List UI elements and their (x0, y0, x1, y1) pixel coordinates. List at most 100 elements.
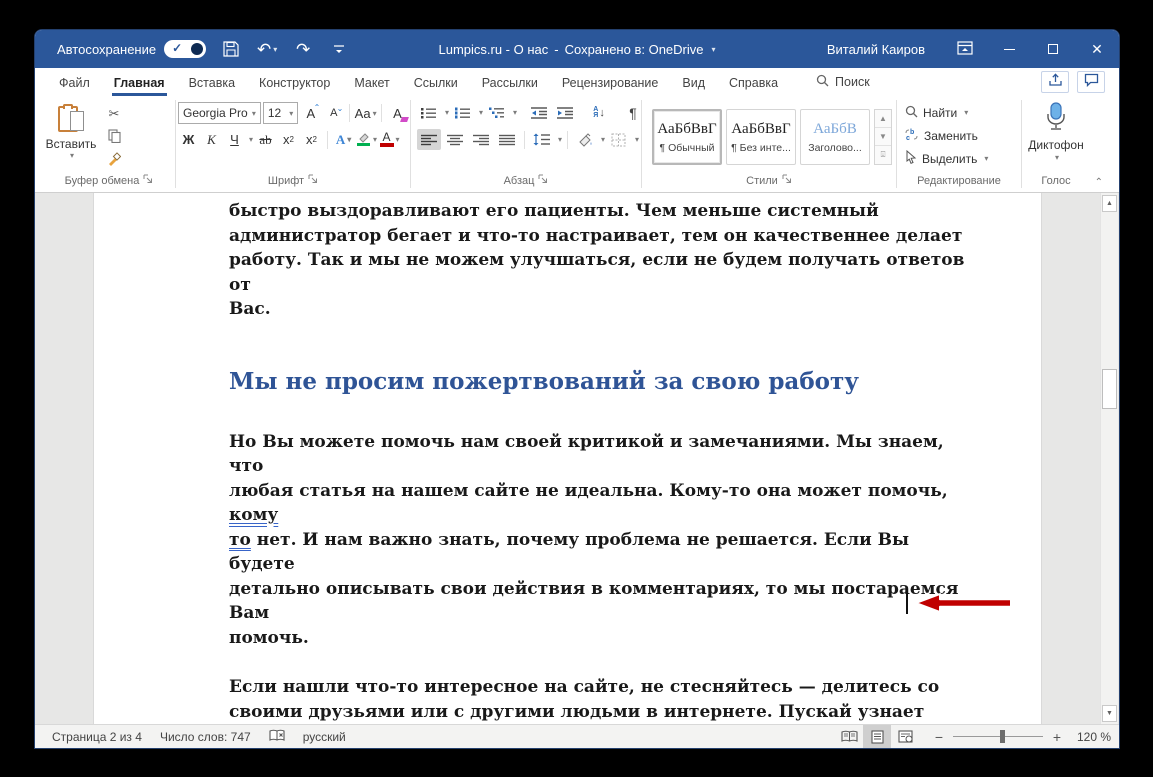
styles-more-button[interactable]: ⍗ (875, 146, 891, 164)
scroll-up-button[interactable]: ▲ (1102, 195, 1117, 212)
tab-design[interactable]: Конструктор (247, 72, 342, 96)
scroll-down-button[interactable]: ▼ (1102, 705, 1117, 722)
font-color-button[interactable]: А ▾ (379, 129, 400, 150)
document-line: любая статья на нашем сайте не идеальна.… (229, 479, 965, 528)
zoom-slider-thumb[interactable] (1000, 730, 1005, 743)
shrink-font-button[interactable]: А⌄ (323, 103, 344, 124)
change-case-button[interactable]: Аа▾ (355, 103, 376, 124)
maximize-button[interactable] (1031, 30, 1075, 68)
vertical-scrollbar[interactable]: ▲ ▼ (1100, 193, 1118, 724)
grow-font-button[interactable]: А⌃ (300, 103, 321, 124)
ribbon-display-options-button[interactable] (943, 30, 987, 68)
underline-button[interactable]: Ч (224, 129, 245, 150)
print-layout-button[interactable] (863, 725, 891, 748)
document-title: Lumpics.ru - О нас (438, 42, 548, 57)
more-commands-icon (333, 43, 345, 55)
font-size-combo[interactable]: 12 ▾ (263, 102, 298, 124)
copy-icon (108, 129, 121, 146)
document-line: Если нашли что-то интересное на сайте, н… (229, 675, 965, 700)
italic-button[interactable]: К (201, 129, 222, 150)
chevron-down-icon[interactable]: ▾ (249, 135, 253, 144)
subscript-button[interactable]: x2 (278, 129, 299, 150)
group-voice: Диктофон ▾ Голос (1024, 96, 1088, 192)
style-card-normal[interactable]: АаБбВвГ ¶ Обычный (652, 109, 722, 165)
dialog-launcher-icon[interactable] (538, 174, 548, 187)
customize-quick-access-button[interactable] (328, 36, 350, 62)
save-button[interactable] (220, 36, 242, 62)
styles-scroll-up-button[interactable]: ▲ (875, 110, 891, 128)
superscript-button[interactable]: x2 (301, 129, 322, 150)
share-button[interactable] (1041, 71, 1069, 93)
bullets-button[interactable] (417, 102, 441, 123)
document-line: детально описывать свои действия в комме… (229, 577, 965, 626)
align-center-button[interactable] (443, 129, 467, 150)
undo-button[interactable]: ↶ ▾ (256, 36, 278, 62)
line-spacing-button[interactable] (530, 129, 554, 150)
tab-references[interactable]: Ссылки (402, 72, 470, 96)
minimize-button[interactable] (987, 30, 1031, 68)
search-box[interactable]: Поиск (816, 74, 870, 96)
page-number-indicator[interactable]: Страница 2 из 4 (43, 730, 151, 744)
dialog-launcher-icon[interactable] (143, 174, 153, 187)
multilevel-list-button[interactable] (485, 102, 509, 123)
font-name-combo[interactable]: Georgia Pro S ▾ (178, 102, 261, 124)
increase-indent-button[interactable] (553, 102, 577, 123)
collapse-ribbon-button[interactable]: ⌃ (1095, 177, 1103, 188)
select-button[interactable]: Выделить ▾ (905, 148, 1019, 169)
align-right-button[interactable] (469, 129, 493, 150)
numbering-button[interactable] (451, 102, 475, 123)
proofing-status-button[interactable] (260, 729, 294, 745)
clipboard-paste-icon (58, 104, 84, 134)
document-page[interactable]: быстро выздоравливают его пациенты. Чем … (93, 193, 1042, 724)
zoom-slider[interactable] (953, 736, 1043, 737)
copy-button[interactable] (103, 127, 125, 147)
find-button[interactable]: Найти ▾ (905, 102, 1019, 123)
read-mode-button[interactable] (835, 725, 863, 748)
language-indicator[interactable]: русский (294, 730, 355, 744)
user-name[interactable]: Виталий Каиров (827, 42, 925, 57)
tab-mailings[interactable]: Рассылки (470, 72, 550, 96)
justify-button[interactable] (495, 129, 519, 150)
saved-location: Сохранено в: OneDrive (565, 42, 704, 57)
tab-insert[interactable]: Вставка (177, 72, 247, 96)
scrollbar-thumb[interactable] (1102, 369, 1117, 409)
tab-layout[interactable]: Макет (342, 72, 401, 96)
decrease-indent-button[interactable] (527, 102, 551, 123)
dictate-button[interactable]: Диктофон ▾ (1024, 96, 1088, 172)
close-button[interactable]: ✕ (1075, 30, 1119, 68)
format-painter-button[interactable] (103, 150, 125, 170)
borders-button[interactable] (607, 129, 631, 150)
highlight-color-button[interactable]: ▾ (356, 129, 377, 150)
paste-button[interactable]: Вставить ▾ (45, 102, 97, 172)
tab-home[interactable]: Главная (102, 72, 177, 96)
word-count-indicator[interactable]: Число слов: 747 (151, 730, 260, 744)
dialog-launcher-icon[interactable] (782, 174, 792, 187)
sort-button[interactable]: АЯ ↓ (587, 102, 611, 123)
bold-button[interactable]: Ж (178, 129, 199, 150)
paste-label: Вставить (46, 137, 97, 151)
zoom-out-button[interactable]: − (933, 729, 945, 745)
styles-scroll-down-button[interactable]: ▼ (875, 128, 891, 146)
web-layout-button[interactable] (891, 725, 919, 748)
tab-review[interactable]: Рецензирование (550, 72, 671, 96)
clear-formatting-button[interactable]: А (387, 103, 408, 124)
dialog-launcher-icon[interactable] (308, 174, 318, 187)
align-left-button[interactable] (417, 129, 441, 150)
tab-view[interactable]: Вид (670, 72, 717, 96)
cut-button[interactable]: ✂ (103, 104, 125, 124)
comment-icon (1084, 73, 1099, 92)
shading-button[interactable] (573, 129, 597, 150)
zoom-in-button[interactable]: + (1051, 729, 1063, 745)
text-effects-button[interactable]: А▾ (333, 129, 354, 150)
tab-file[interactable]: Файл (47, 72, 102, 96)
style-card-no-spacing[interactable]: АаБбВвГ ¶ Без инте... (726, 109, 796, 165)
font-color-bar (380, 143, 394, 147)
zoom-level-indicator[interactable]: 120 % (1071, 730, 1111, 744)
comments-button[interactable] (1077, 71, 1105, 93)
strikethrough-button[interactable]: ab (255, 129, 276, 150)
tab-help[interactable]: Справка (717, 72, 790, 96)
replace-button[interactable]: bc Заменить (905, 125, 1019, 146)
style-card-heading[interactable]: АаБбВ Заголово... (800, 109, 870, 165)
autosave-toggle[interactable]: ✓ (164, 40, 206, 58)
redo-button[interactable]: ↷ (292, 36, 314, 62)
